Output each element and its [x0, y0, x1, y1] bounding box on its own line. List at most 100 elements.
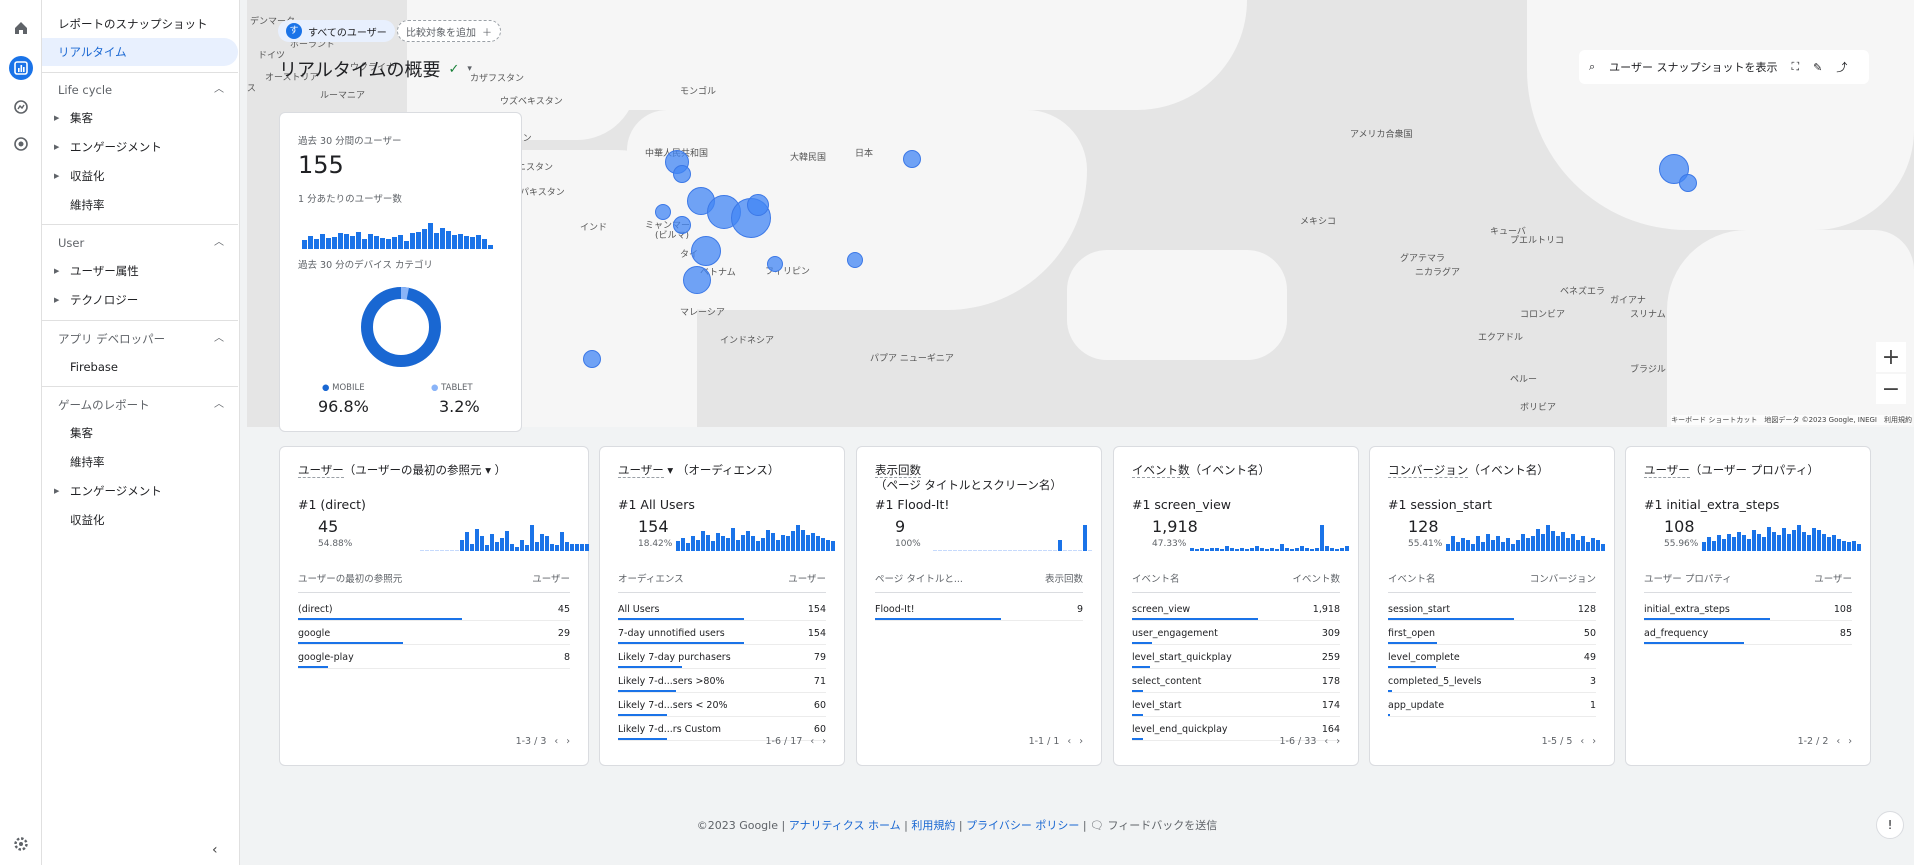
bar[interactable]: [1852, 541, 1856, 551]
bar[interactable]: [766, 530, 770, 551]
next-page-icon[interactable]: ›: [566, 736, 570, 747]
bar[interactable]: [1063, 550, 1067, 551]
zoom-in-button[interactable]: +: [1876, 342, 1906, 372]
bar[interactable]: [575, 544, 579, 551]
bar[interactable]: [938, 550, 942, 551]
bar[interactable]: [425, 550, 429, 551]
bar[interactable]: [1857, 544, 1861, 551]
bar[interactable]: [1601, 544, 1605, 551]
bar[interactable]: [1240, 548, 1244, 551]
bar[interactable]: [1812, 528, 1816, 551]
bar[interactable]: [746, 531, 750, 551]
segment-chip[interactable]: す すべてのユーザー: [278, 20, 395, 42]
bar[interactable]: [761, 538, 765, 551]
bar[interactable]: [455, 550, 459, 551]
bar[interactable]: [943, 550, 947, 551]
bar[interactable]: [404, 241, 409, 249]
person-search-icon[interactable]: ⌕: [1589, 60, 1595, 74]
metric-selector[interactable]: コンバージョン: [1388, 463, 1469, 478]
user-location-dot[interactable]: [655, 204, 671, 220]
bar[interactable]: [482, 239, 487, 249]
card-title[interactable]: ユーザー（ユーザー プロパティ）: [1644, 463, 1874, 478]
bar[interactable]: [540, 534, 544, 551]
bar[interactable]: [716, 533, 720, 551]
prev-page-icon[interactable]: ‹: [1067, 736, 1071, 747]
bar[interactable]: [1275, 549, 1279, 551]
bar[interactable]: [1842, 541, 1846, 551]
table-row[interactable]: user_engagement 309: [1132, 621, 1340, 645]
bar[interactable]: [1491, 540, 1495, 551]
bar[interactable]: [1531, 536, 1535, 551]
bar[interactable]: [801, 530, 805, 551]
card-sparkline[interactable]: [1702, 523, 1861, 551]
card-sparkline[interactable]: [1446, 523, 1605, 551]
bar[interactable]: [1526, 538, 1530, 551]
prev-page-icon[interactable]: ‹: [1836, 736, 1840, 747]
bar[interactable]: [676, 541, 680, 551]
bar[interactable]: [420, 550, 424, 551]
bar[interactable]: [1285, 548, 1289, 551]
card-sparkline[interactable]: [676, 523, 835, 551]
bar[interactable]: [535, 542, 539, 551]
bar[interactable]: [786, 536, 790, 551]
bar[interactable]: [1200, 548, 1204, 551]
table-row[interactable]: All Users 154: [618, 597, 826, 621]
bar[interactable]: [1230, 548, 1234, 551]
bar[interactable]: [1456, 542, 1460, 551]
bar[interactable]: [831, 541, 835, 551]
metric-selector[interactable]: 表示回数: [875, 463, 921, 478]
bar[interactable]: [1325, 546, 1329, 551]
table-row[interactable]: screen_view 1,918: [1132, 597, 1340, 621]
bar[interactable]: [1782, 528, 1786, 551]
bar[interactable]: [1742, 535, 1746, 551]
card-title[interactable]: 表示回数（ページ タイトルとスクリーン名）: [875, 463, 1105, 493]
bar[interactable]: [781, 535, 785, 551]
bar[interactable]: [721, 536, 725, 551]
bar[interactable]: [1315, 548, 1319, 551]
bar[interactable]: [428, 223, 433, 249]
bar[interactable]: [1330, 548, 1334, 551]
bar[interactable]: [500, 538, 504, 551]
bar[interactable]: [1220, 549, 1224, 551]
bar[interactable]: [450, 550, 454, 551]
bar[interactable]: [1265, 549, 1269, 551]
bar[interactable]: [1822, 534, 1826, 551]
bar[interactable]: [380, 238, 385, 249]
bar[interactable]: [470, 237, 475, 249]
bar[interactable]: [495, 542, 499, 551]
bar[interactable]: [1807, 535, 1811, 551]
bar[interactable]: [711, 541, 715, 551]
sidebar-item-demographics[interactable]: ▶ ユーザー属性: [42, 257, 238, 285]
bar[interactable]: [731, 528, 735, 551]
dimension-selector[interactable]: （ユーザー プロパティ）: [1690, 463, 1819, 477]
bar[interactable]: [1235, 549, 1239, 551]
bar[interactable]: [320, 234, 325, 249]
user-location-dot[interactable]: [673, 165, 691, 183]
bar[interactable]: [1757, 534, 1761, 551]
bar[interactable]: [1305, 548, 1309, 551]
metric-selector[interactable]: ユーザー: [1644, 463, 1690, 478]
bar[interactable]: [1300, 546, 1304, 551]
reports-icon[interactable]: [9, 56, 33, 80]
bar[interactable]: [1536, 529, 1540, 551]
bar[interactable]: [1053, 550, 1057, 551]
table-row[interactable]: google 29: [298, 621, 570, 645]
dimension-selector[interactable]: ▾ （オーディエンス）: [664, 463, 779, 477]
bar[interactable]: [1546, 525, 1550, 551]
bar[interactable]: [993, 550, 997, 551]
bar[interactable]: [958, 550, 962, 551]
bar[interactable]: [1541, 534, 1545, 551]
users-per-minute-chart[interactable]: [302, 221, 493, 249]
zoom-out-button[interactable]: −: [1876, 374, 1906, 404]
bar[interactable]: [1255, 546, 1259, 551]
bar[interactable]: [1003, 550, 1007, 551]
table-row[interactable]: level_start_quickplay 259: [1132, 645, 1340, 669]
dimension-selector[interactable]: （ユーザーの最初の参照元 ▾ ）: [344, 463, 506, 477]
card-title[interactable]: イベント数（イベント名）: [1132, 463, 1362, 478]
bar[interactable]: [434, 233, 439, 249]
table-row[interactable]: google-play 8: [298, 645, 570, 669]
table-row[interactable]: select_content 178: [1132, 669, 1340, 693]
bar[interactable]: [988, 550, 992, 551]
bar[interactable]: [326, 238, 331, 249]
bar[interactable]: [398, 235, 403, 249]
